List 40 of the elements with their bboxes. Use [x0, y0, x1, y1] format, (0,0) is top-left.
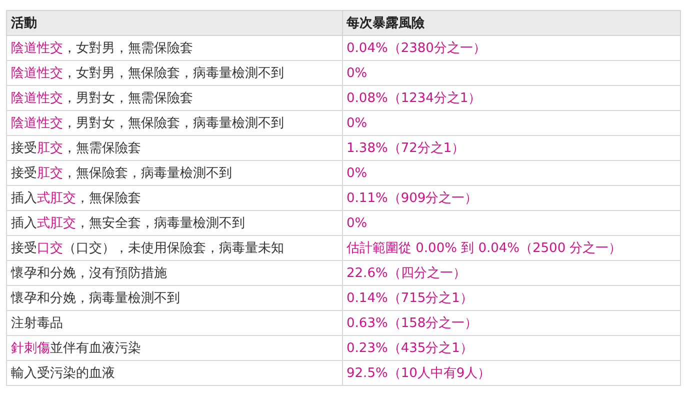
- link[interactable]: 式肛交: [37, 191, 76, 206]
- link[interactable]: 肛交: [37, 166, 63, 181]
- link[interactable]: 針刺傷: [11, 341, 50, 356]
- link[interactable]: 式肛交: [37, 216, 76, 231]
- activity-cell: 接受口交（口交），未使用保險套，病毒量未知: [6, 236, 342, 260]
- risk-cell: 0%: [342, 210, 680, 236]
- risk-cell: 0.23%（435分之1）: [342, 336, 680, 360]
- activity-cell: 陰道性交，女對男，無需保險套: [6, 36, 342, 60]
- risk-cell: 0%: [342, 60, 680, 86]
- activity-cell: 插入式肛交，無保險套: [6, 186, 342, 210]
- column-header: 每次暴露風險: [342, 10, 680, 36]
- risk-cell: 0.11%（909分之一）: [342, 186, 680, 210]
- activity-cell: 針刺傷並伴有血液污染: [6, 336, 342, 360]
- risk-cell: 0.04%（2380分之一）: [342, 36, 680, 60]
- activity-cell: 接受肛交，無需保險套: [6, 136, 342, 160]
- risk-cell: 0.14%（715分之1）: [342, 286, 680, 310]
- risk-cell: 估計範圍從 0.00% 到 0.04%（2500 分之一）: [342, 236, 680, 260]
- activity-cell: 接受肛交，無保險套，病毒量檢測不到: [6, 160, 342, 186]
- risk-cell: 0.63%（158分之一）: [342, 310, 680, 336]
- activity-cell: 插入式肛交，無安全套，病毒量檢測不到: [6, 210, 342, 236]
- activity-cell: 懷孕和分娩，沒有預防措施: [6, 260, 342, 286]
- activity-cell: 陰道性交，男對女，無保險套，病毒量檢測不到: [6, 110, 342, 136]
- risk-cell: 22.6%（四分之一）: [342, 260, 680, 286]
- activity-cell: 陰道性交，男對女，無需保險套: [6, 86, 342, 110]
- risk-cell: 0%: [342, 160, 680, 186]
- link[interactable]: 陰道性交: [11, 91, 63, 106]
- risk-cell: 1.38%（72分之1）: [342, 136, 680, 160]
- activity-cell: 懷孕和分娩，病毒量檢測不到: [6, 286, 342, 310]
- link[interactable]: 口交: [37, 241, 63, 256]
- column-header: 活動: [6, 10, 342, 36]
- activity-cell: 輸入受污染的血液: [6, 360, 342, 386]
- risk-cell: 0.08%（1234分之1）: [342, 86, 680, 110]
- risk-cell: 92.5%（10人中有9人）: [342, 360, 680, 386]
- link[interactable]: 陰道性交: [11, 41, 63, 56]
- link[interactable]: 陰道性交: [11, 66, 63, 81]
- risk-cell: 0%: [342, 110, 680, 136]
- activity-cell: 注射毒品: [6, 310, 342, 336]
- link[interactable]: 陰道性交: [11, 116, 63, 131]
- activity-cell: 陰道性交，女對男，無保險套，病毒量檢測不到: [6, 60, 342, 86]
- link[interactable]: 肛交: [37, 141, 63, 156]
